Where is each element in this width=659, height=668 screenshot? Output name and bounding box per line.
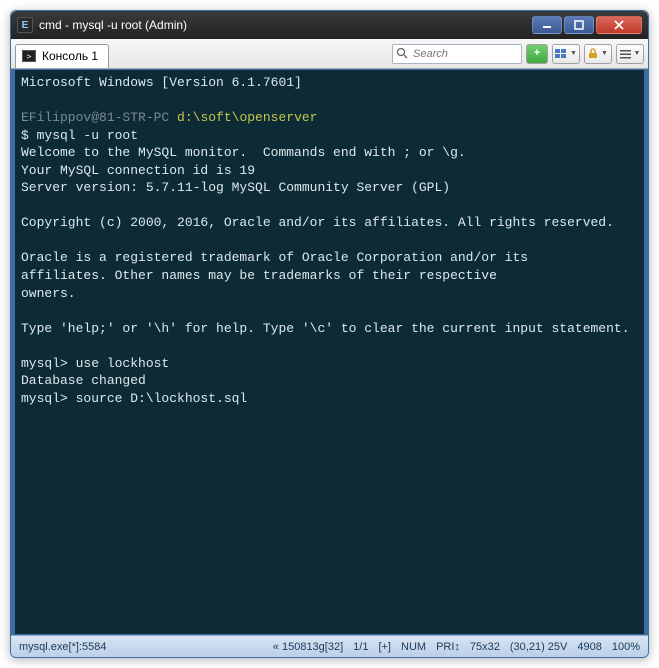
app-icon: E (17, 17, 33, 33)
status-num: NUM (401, 641, 426, 653)
status-mem: 4908 (577, 641, 601, 653)
status-plus: [+] (378, 641, 391, 653)
chevron-down-icon: ▼ (570, 50, 577, 57)
text-line: Copyright (c) 2000, 2016, Oracle and/or … (21, 215, 614, 230)
prompt-symbol: $ (21, 128, 37, 143)
status-process: mysql.exe[*]:5584 (19, 641, 106, 653)
text-line: affiliates. Other names may be trademark… (21, 268, 497, 283)
status-pri: PRI↕ (436, 641, 460, 653)
chevron-down-icon: ▼ (601, 50, 608, 57)
windows-menu-button[interactable]: ▼ (552, 44, 580, 64)
search-wrapper (392, 44, 522, 64)
close-button[interactable] (596, 16, 642, 34)
text-line: Type 'help;' or '\h' for help. Type '\c'… (21, 321, 630, 336)
prompt-user: EFilippov@81-STR-PC (21, 110, 169, 125)
text-line: Oracle is a registered trademark of Orac… (21, 250, 528, 265)
bars-icon (620, 49, 631, 59)
status-encoding: « 150813g[32] (273, 641, 343, 653)
toolbar: Консоль 1 + ▼ ▼ (11, 39, 648, 69)
plus-icon: + (534, 48, 540, 59)
close-icon (614, 20, 624, 30)
text-line: Server version: 5.7.11-log MySQL Communi… (21, 180, 450, 195)
statusbar: mysql.exe[*]:5584 « 150813g[32] 1/1 [+] … (11, 635, 648, 657)
minimize-button[interactable] (532, 16, 562, 34)
command-text: mysql -u root (37, 128, 138, 143)
app-window: E cmd - mysql -u root (Admin) Консоль 1 (10, 10, 649, 658)
text-line: Microsoft Windows [Version 6.1.7601] (21, 75, 302, 90)
text-line: Your MySQL connection id is 19 (21, 163, 255, 178)
new-tab-button[interactable]: + (526, 44, 548, 64)
window-controls (532, 16, 642, 34)
titlebar[interactable]: E cmd - mysql -u root (Admin) (11, 11, 648, 39)
bars-menu-button[interactable]: ▼ (616, 44, 644, 64)
text-line: Database changed (21, 373, 146, 388)
window-title: cmd - mysql -u root (Admin) (39, 18, 532, 32)
maximize-button[interactable] (564, 16, 594, 34)
command-text: use lockhost (76, 356, 170, 371)
status-zoom: 100% (612, 641, 640, 653)
search-input[interactable] (392, 44, 522, 64)
status-size: 75x32 (470, 641, 500, 653)
text-line: owners. (21, 286, 76, 301)
windows-icon (555, 49, 567, 59)
status-coord: (30,21) 25V (510, 641, 567, 653)
terminal-output[interactable]: Microsoft Windows [Version 6.1.7601] EFi… (11, 69, 648, 635)
minimize-icon (542, 20, 552, 30)
status-position: 1/1 (353, 641, 368, 653)
console-icon (22, 50, 36, 62)
lock-icon (588, 48, 598, 59)
chevron-down-icon: ▼ (634, 50, 641, 57)
mysql-prompt: mysql> (21, 356, 76, 371)
text-line: Welcome to the MySQL monitor. Commands e… (21, 145, 466, 160)
tab-console[interactable]: Консоль 1 (15, 44, 109, 68)
search-icon (396, 47, 408, 59)
command-text: source D:\lockhost.sql (76, 391, 248, 406)
lock-menu-button[interactable]: ▼ (584, 44, 612, 64)
prompt-cwd: d:\soft\openserver (177, 110, 317, 125)
tab-label: Консоль 1 (42, 49, 98, 63)
maximize-icon (574, 20, 584, 30)
mysql-prompt: mysql> (21, 391, 76, 406)
